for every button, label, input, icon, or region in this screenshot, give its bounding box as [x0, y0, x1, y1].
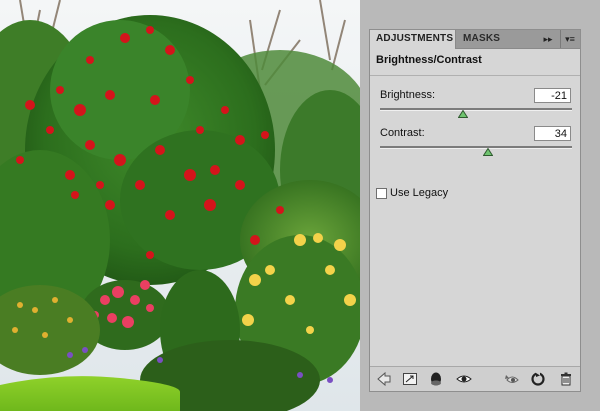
contrast-value-field[interactable]: [534, 126, 571, 141]
garden-photo: [0, 0, 360, 411]
adjustment-title: Brightness/Contrast: [376, 54, 482, 66]
clip-to-layer-icon[interactable]: [428, 371, 444, 387]
brightness-slider-track[interactable]: [380, 108, 572, 111]
panel-tab-bar: ADJUSTMENTS MASKS ▸▸ ▾≡: [370, 30, 580, 49]
slider-triangle-icon: [482, 148, 493, 156]
tab-adjustments[interactable]: ADJUSTMENTS: [370, 30, 456, 49]
panel-bottom-bar: [370, 366, 580, 391]
view-previous-state-icon[interactable]: [504, 371, 520, 387]
contrast-label: Contrast:: [380, 127, 425, 139]
tab-masks[interactable]: MASKS: [457, 30, 507, 48]
collapse-to-icons-icon[interactable]: ▸▸: [540, 30, 556, 48]
back-arrow-icon[interactable]: [376, 371, 392, 387]
divider: [370, 75, 580, 76]
panel-menu-icon[interactable]: ▾≡: [560, 30, 579, 48]
brightness-label: Brightness:: [380, 89, 436, 101]
slider-triangle-icon: [457, 110, 468, 118]
visibility-eye-icon[interactable]: [456, 371, 472, 387]
use-legacy-checkbox[interactable]: [376, 188, 387, 199]
expand-view-icon[interactable]: [402, 371, 418, 387]
contrast-slider-track[interactable]: [380, 146, 572, 149]
reset-icon[interactable]: [530, 371, 546, 387]
brightness-value-field[interactable]: [534, 88, 571, 103]
document-canvas[interactable]: [0, 0, 360, 411]
adjustments-panel: ADJUSTMENTS MASKS ▸▸ ▾≡ Brightness/Contr…: [369, 29, 581, 392]
use-legacy-label[interactable]: Use Legacy: [390, 187, 448, 199]
trash-icon[interactable]: [558, 371, 574, 387]
